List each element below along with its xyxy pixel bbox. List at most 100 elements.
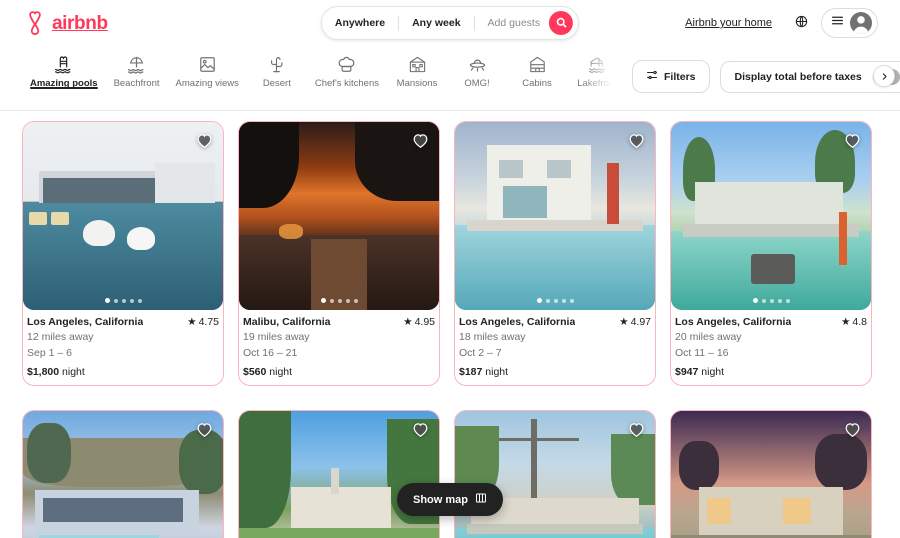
price-unit: night [701,366,725,379]
category-list[interactable]: Amazing pools Beachfront Amazing views D… [22,46,632,111]
category-lakefront[interactable]: Lakefront [567,46,627,89]
carousel-dot[interactable] [137,298,142,303]
airbnb-bellhop-icon [22,10,48,37]
listing-dates: Oct 11 – 16 [675,347,729,360]
carousel-dots[interactable] [239,298,439,303]
show-map-button[interactable]: Show map [396,483,504,516]
category-cabins[interactable]: Cabins [507,46,567,89]
heart-icon[interactable] [195,420,214,439]
scenic-view-icon [198,54,217,74]
carousel-dot[interactable] [777,298,782,303]
category-desert[interactable]: Desert [247,46,307,89]
carousel-dot[interactable] [761,298,766,303]
listing-price: $947 night [675,366,867,378]
search-where[interactable]: Anywhere [322,6,398,40]
listing-info: Los Angeles, California ★ 4.8 20 miles a… [671,310,871,385]
category-omg[interactable]: OMG! [447,46,507,89]
user-avatar-icon [850,12,872,34]
carousel-dots[interactable] [671,298,871,303]
category-chefs-kitchens[interactable]: Chef's kitchens [307,46,387,89]
active-indicator [114,87,160,89]
category-nav-bar: Amazing pools Beachfront Amazing views D… [0,46,900,111]
search-button[interactable] [549,11,574,35]
heart-icon[interactable] [627,131,646,150]
taxes-label: Display total before taxes [734,70,862,83]
heart-icon[interactable] [627,420,646,439]
active-indicator [395,87,439,89]
listing-photo-carousel[interactable] [23,411,223,538]
carousel-dot[interactable] [353,298,358,303]
category-scroll-next-button[interactable] [873,65,895,87]
listing-photo-carousel[interactable] [239,122,439,310]
listing-card[interactable] [454,410,656,538]
listing-card[interactable]: Los Angeles, California ★ 4.8 20 miles a… [670,121,872,387]
carousel-dot[interactable] [569,298,574,303]
listing-card[interactable]: Los Angeles, California ★ 4.75 12 miles … [22,121,224,387]
listing-photo-carousel[interactable] [671,411,871,538]
carousel-dot[interactable] [561,298,566,303]
carousel-dot[interactable] [129,298,134,303]
carousel-dot[interactable] [121,298,126,303]
category-amazing-views[interactable]: Amazing views [168,46,247,89]
heart-icon[interactable] [195,131,214,150]
search-when[interactable]: Any week [399,6,473,40]
listing-photo-carousel[interactable] [671,122,871,310]
active-indicator [30,87,98,89]
category-tiny-homes[interactable]: Tiny homes [627,46,632,89]
carousel-dots[interactable] [23,298,223,303]
star-icon: ★ [187,316,197,328]
rating-value: 4.8 [852,316,867,328]
filters-button[interactable]: Filters [632,60,710,93]
ufo-icon [468,54,487,74]
carousel-dot[interactable] [345,298,350,303]
listing-photo-carousel[interactable] [239,411,439,538]
listing-photo [671,122,871,310]
carousel-dot[interactable] [337,298,342,303]
category-amazing-pools[interactable]: Amazing pools [22,46,106,89]
listing-card[interactable] [670,410,872,538]
listing-price: $1,800 night [27,366,219,378]
star-icon: ★ [403,316,413,328]
price-amount: $560 [243,366,267,379]
listing-photo [239,122,439,310]
carousel-dot[interactable] [785,298,790,303]
profile-menu-button[interactable] [821,8,878,38]
heart-icon[interactable] [843,420,862,439]
heart-icon[interactable] [411,131,430,150]
carousel-dot[interactable] [104,298,110,303]
heart-icon[interactable] [843,131,862,150]
carousel-dot[interactable] [536,298,542,303]
carousel-dot[interactable] [320,298,326,303]
listing-photo-carousel[interactable] [455,411,655,538]
listing-photo-carousel[interactable] [23,122,223,310]
carousel-dot[interactable] [113,298,118,303]
carousel-dot[interactable] [545,298,550,303]
filters-label: Filters [664,70,696,83]
language-button[interactable] [788,10,814,36]
airbnb-your-home-link[interactable]: Airbnb your home [676,10,781,36]
carousel-dot[interactable] [329,298,334,303]
search-bar[interactable]: Anywhere Any week Add guests [320,6,580,40]
listing-card[interactable]: Malibu, California ★ 4.95 19 miles away … [238,121,440,387]
listing-title: Los Angeles, California [459,316,576,328]
category-beachfront[interactable]: Beachfront [106,46,168,89]
search-guests[interactable]: Add guests [475,6,550,40]
show-map-label: Show map [412,493,469,506]
carousel-dot[interactable] [553,298,558,303]
listing-dates: Oct 16 – 21 [243,347,298,360]
heart-icon[interactable] [411,420,430,439]
pool-icon [54,54,73,74]
cactus-icon [267,54,286,74]
carousel-dot[interactable] [752,298,758,303]
carousel-dots[interactable] [455,298,655,303]
airbnb-logo[interactable]: airbnb [22,10,108,37]
listing-card[interactable] [238,410,440,538]
carousel-dot[interactable] [769,298,774,303]
listing-price: $560 night [243,366,435,378]
listing-photo-carousel[interactable] [455,122,655,310]
category-mansions[interactable]: Mansions [387,46,447,89]
listing-card[interactable] [22,410,224,538]
listing-card[interactable]: Los Angeles, California ★ 4.97 18 miles … [454,121,656,387]
listing-dates: Oct 2 – 7 [459,347,502,360]
price-amount: $947 [675,366,699,379]
